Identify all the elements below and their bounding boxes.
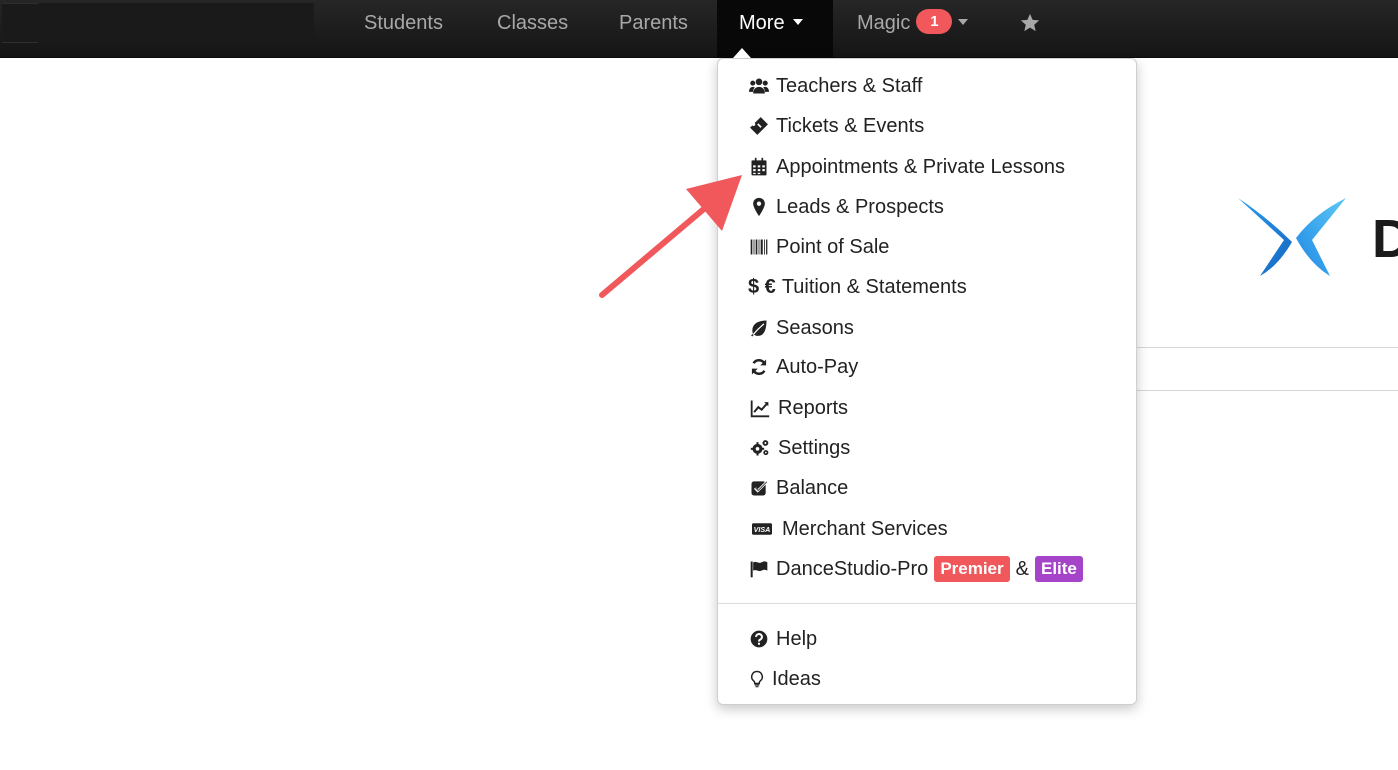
divider-line [1137,390,1398,391]
star-icon[interactable] [1019,12,1041,34]
annotation-arrow-icon [599,175,742,298]
menu-item-appointments[interactable]: Appointments & Private Lessons [748,151,1065,183]
elite-badge: Elite [1034,556,1083,582]
barcode-icon [748,236,770,258]
menu-item-leads-prospects[interactable]: Leads & Prospects [748,191,944,223]
caret-down-icon [792,18,803,25]
divider-line [1137,347,1398,348]
menu-item-tickets-events[interactable]: Tickets & Events [748,110,924,142]
nav-classes-label: Classes [497,12,569,34]
menu-item-label: Tickets & Events [776,115,925,137]
menu-item-label: Teachers & Staff [776,75,923,97]
menu-item-label: Ideas [772,668,821,690]
menu-item-label: Auto-Pay [776,356,859,378]
visa-card-icon: VISA [748,518,776,540]
more-dropdown-menu: Teachers & Staff Tickets & Events Appoin… [717,58,1137,705]
magic-count-badge: 1 [916,9,953,35]
menu-item-merchant-services[interactable]: VISA Merchant Services [748,513,948,545]
currency-symbols-icon: $ € [748,276,776,298]
menu-item-auto-pay[interactable]: Auto-Pay [748,351,858,383]
menu-divider [718,603,1136,604]
nav-magic-label: Magic [857,12,911,34]
ticket-icon [748,115,770,137]
leaf-icon [748,317,770,339]
refresh-icon [748,356,770,378]
menu-item-label: Reports [778,397,849,419]
cogs-icon [748,437,772,459]
nav-parents-label: Parents [619,12,688,34]
menu-item-reports[interactable]: Reports [748,392,848,424]
menu-item-tuition-statements[interactable]: $ € Tuition & Statements [748,271,967,303]
visa-card-text: VISA [754,526,771,534]
caret-down-icon [958,18,969,25]
menu-item-label: Help [776,628,818,650]
nav-parents[interactable]: Parents [619,0,688,46]
page: Students Classes Parents More Magic 1 D … [0,0,1398,770]
check-square-icon [748,477,770,499]
line-chart-icon [748,397,772,419]
menu-item-label: Settings [778,437,851,459]
lightbulb-icon [748,668,766,690]
menu-item-settings[interactable]: Settings [748,432,850,464]
ampersand-text: & [1015,558,1029,580]
dropdown-pointer [733,48,751,58]
menu-item-teachers-staff[interactable]: Teachers & Staff [748,70,922,102]
users-icon [748,75,770,97]
brand-area[interactable] [2,3,314,43]
flag-icon [748,558,770,580]
nav-students[interactable]: Students [364,0,443,46]
menu-item-label: Seasons [776,317,854,339]
map-marker-icon [748,196,770,218]
menu-item-seasons[interactable]: Seasons [748,312,854,344]
menu-item-label: DanceStudio-Pro [776,558,929,580]
calendar-icon [748,156,770,178]
top-navbar: Students Classes Parents More Magic 1 [0,0,1398,58]
premier-badge: Premier [934,556,1010,582]
menu-item-balance[interactable]: Balance [748,472,848,504]
nav-classes[interactable]: Classes [497,0,568,46]
menu-item-label: Tuition & Statements [781,276,967,298]
menu-item-point-of-sale[interactable]: Point of Sale [748,231,889,263]
menu-item-label: Point of Sale [776,236,890,258]
logo-wordmark: D [1372,209,1398,269]
nav-students-label: Students [364,12,443,34]
nav-more-label: More [739,12,785,34]
menu-item-label: Leads & Prospects [776,196,944,218]
question-circle-icon [748,628,770,650]
menu-item-help[interactable]: Help [748,623,817,655]
menu-item-label: Merchant Services [782,518,948,540]
menu-item-dancestudio-pro[interactable]: DanceStudio-Pro Premier & Elite [748,553,1089,585]
dancestudio-logo-icon [1238,198,1346,276]
menu-item-ideas[interactable]: Ideas [748,663,821,695]
menu-item-label: Appointments & Private Lessons [776,156,1066,178]
menu-item-label: Balance [776,477,849,499]
nav-magic[interactable]: Magic 1 [857,0,969,46]
